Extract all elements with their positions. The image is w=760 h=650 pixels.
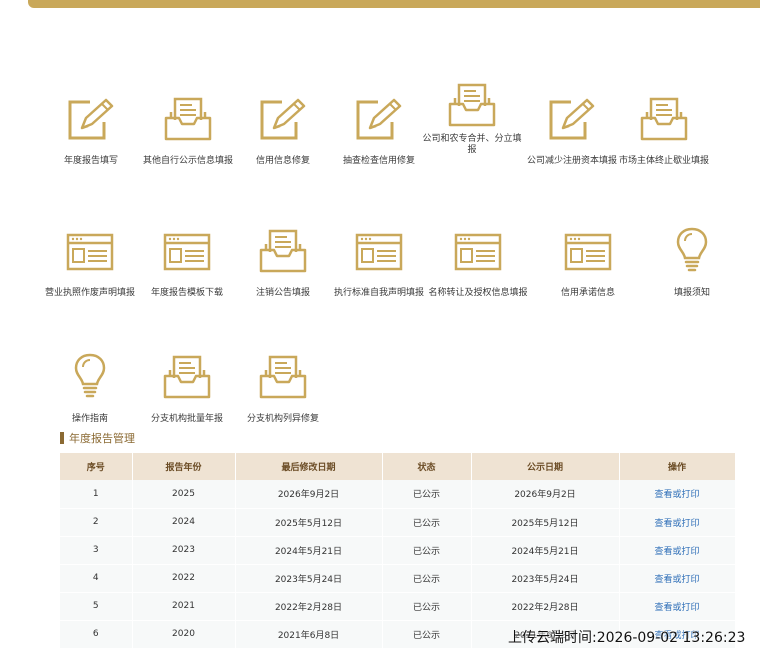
service-label: 分支机构批量年报 bbox=[150, 414, 223, 424]
col-header-action: 操作 bbox=[619, 453, 736, 480]
annual-report-table: 序号 报告年份 最后修改日期 状态 公示日期 操作 1 2025 2026年9月2日… bbox=[60, 453, 736, 649]
service-label: 年度报告模板下载 bbox=[150, 288, 223, 298]
cell-modified: 2025年5月12日 bbox=[235, 508, 383, 537]
cell-status: 已公示 bbox=[382, 592, 472, 621]
table-row: 3 2023 2024年5月21日 已公示 2024年5月21日 查看或打印 bbox=[60, 536, 736, 565]
document-tray-icon bbox=[161, 350, 213, 400]
cell-status: 已公示 bbox=[382, 480, 472, 509]
col-header-year: 报告年份 bbox=[132, 453, 236, 480]
service-label: 年度报告填写 bbox=[63, 156, 118, 166]
cell-index: 2 bbox=[60, 508, 133, 537]
view-print-link[interactable]: 查看或打印 bbox=[654, 547, 699, 557]
cell-status: 已公示 bbox=[382, 536, 472, 565]
cell-year: 2024 bbox=[132, 508, 236, 537]
cell-action: 查看或打印 bbox=[619, 592, 736, 621]
section-header: 年度报告管理 bbox=[60, 430, 135, 446]
cell-modified: 2026年9月2日 bbox=[235, 480, 383, 509]
service-label: 信用承诺信息 bbox=[560, 288, 615, 298]
service-label: 分支机构列异修复 bbox=[246, 414, 319, 424]
pencil-form-icon bbox=[257, 92, 309, 142]
table-row: 5 2021 2022年2月28日 已公示 2022年2月28日 查看或打印 bbox=[60, 592, 736, 621]
cell-published: 2022年2月28日 bbox=[471, 592, 620, 621]
service-label: 抽查检查信用修复 bbox=[342, 156, 415, 166]
lightbulb-icon bbox=[666, 224, 718, 274]
browser-window-icon bbox=[161, 224, 213, 274]
cell-status: 已公示 bbox=[382, 508, 472, 537]
service-label: 填报须知 bbox=[673, 288, 710, 298]
cell-modified: 2021年6月8日 bbox=[235, 620, 383, 649]
service-label: 操作指南 bbox=[71, 414, 108, 424]
cell-index: 5 bbox=[60, 592, 133, 621]
cell-action: 查看或打印 bbox=[619, 564, 736, 593]
pencil-form-icon bbox=[546, 92, 598, 142]
cell-status: 已公示 bbox=[382, 564, 472, 593]
table-row: 4 2022 2023年5月24日 已公示 2023年5月24日 查看或打印 bbox=[60, 564, 736, 593]
table-header-row: 序号 报告年份 最后修改日期 状态 公示日期 操作 bbox=[60, 453, 736, 480]
cell-modified: 2024年5月21日 bbox=[235, 536, 383, 565]
cell-year: 2020 bbox=[132, 620, 236, 649]
service-label: 营业执照作废声明填报 bbox=[44, 288, 135, 298]
cell-action: 查看或打印 bbox=[619, 480, 736, 509]
lightbulb-icon bbox=[64, 350, 116, 400]
cell-action: 查看或打印 bbox=[619, 508, 736, 537]
col-header-modified: 最后修改日期 bbox=[235, 453, 383, 480]
section-marker bbox=[60, 432, 64, 444]
document-tray-icon bbox=[257, 350, 309, 400]
document-tray-icon bbox=[162, 92, 214, 142]
cell-status: 已公示 bbox=[382, 620, 472, 649]
cell-index: 3 bbox=[60, 536, 133, 565]
service-label: 信用信息修复 bbox=[255, 156, 310, 166]
service-item[interactable]: 填报须知 bbox=[632, 224, 752, 299]
col-header-published: 公示日期 bbox=[471, 453, 620, 480]
cell-modified: 2023年5月24日 bbox=[235, 564, 383, 593]
service-item[interactable]: 信用承诺信息 bbox=[528, 224, 648, 299]
cell-action: 查看或打印 bbox=[619, 536, 736, 565]
pencil-form-icon bbox=[353, 92, 405, 142]
service-label: 注销公告填报 bbox=[255, 288, 310, 298]
top-accent-bar bbox=[28, 0, 760, 8]
pencil-form-icon bbox=[65, 92, 117, 142]
cell-year: 2023 bbox=[132, 536, 236, 565]
browser-window-icon bbox=[353, 224, 405, 274]
section-title: 年度报告管理 bbox=[69, 432, 135, 445]
col-header-status: 状态 bbox=[382, 453, 472, 480]
cell-published: 2023年5月24日 bbox=[471, 564, 620, 593]
service-label: 市场主体终止歇业填报 bbox=[618, 156, 709, 166]
document-tray-icon bbox=[257, 224, 309, 274]
cell-index: 6 bbox=[60, 620, 133, 649]
document-tray-icon bbox=[446, 78, 498, 128]
upload-timestamp: 上传云端时间:2026-09-02 13:26:23 bbox=[508, 630, 746, 646]
service-item[interactable]: 分支机构列异修复 bbox=[223, 350, 343, 425]
service-item[interactable]: 名称转让及授权信息填报 bbox=[418, 224, 538, 299]
view-print-link[interactable]: 查看或打印 bbox=[654, 603, 699, 613]
view-print-link[interactable]: 查看或打印 bbox=[654, 575, 699, 585]
cell-year: 2025 bbox=[132, 480, 236, 509]
view-print-link[interactable]: 查看或打印 bbox=[654, 490, 699, 500]
cell-modified: 2022年2月28日 bbox=[235, 592, 383, 621]
service-item[interactable]: 市场主体终止歇业填报 bbox=[604, 92, 724, 167]
view-print-link[interactable]: 查看或打印 bbox=[654, 519, 699, 529]
cell-year: 2021 bbox=[132, 592, 236, 621]
service-label: 公司和农专合并、分立填报 bbox=[422, 134, 522, 155]
table-row: 2 2024 2025年5月12日 已公示 2025年5月12日 查看或打印 bbox=[60, 508, 736, 537]
service-label: 名称转让及授权信息填报 bbox=[428, 288, 528, 298]
cell-published: 2024年5月21日 bbox=[471, 536, 620, 565]
document-tray-icon bbox=[638, 92, 690, 142]
cell-published: 2026年9月2日 bbox=[471, 480, 620, 509]
service-label: 执行标准自我声明填报 bbox=[333, 288, 424, 298]
cell-index: 1 bbox=[60, 480, 133, 509]
browser-window-icon bbox=[452, 224, 504, 274]
table-row: 1 2025 2026年9月2日 已公示 2026年9月2日 查看或打印 bbox=[60, 480, 736, 509]
browser-window-icon bbox=[562, 224, 614, 274]
browser-window-icon bbox=[64, 224, 116, 274]
col-header-index: 序号 bbox=[60, 453, 133, 480]
cell-published: 2025年5月12日 bbox=[471, 508, 620, 537]
service-label: 其他自行公示信息填报 bbox=[142, 156, 233, 166]
cell-index: 4 bbox=[60, 564, 133, 593]
cell-year: 2022 bbox=[132, 564, 236, 593]
